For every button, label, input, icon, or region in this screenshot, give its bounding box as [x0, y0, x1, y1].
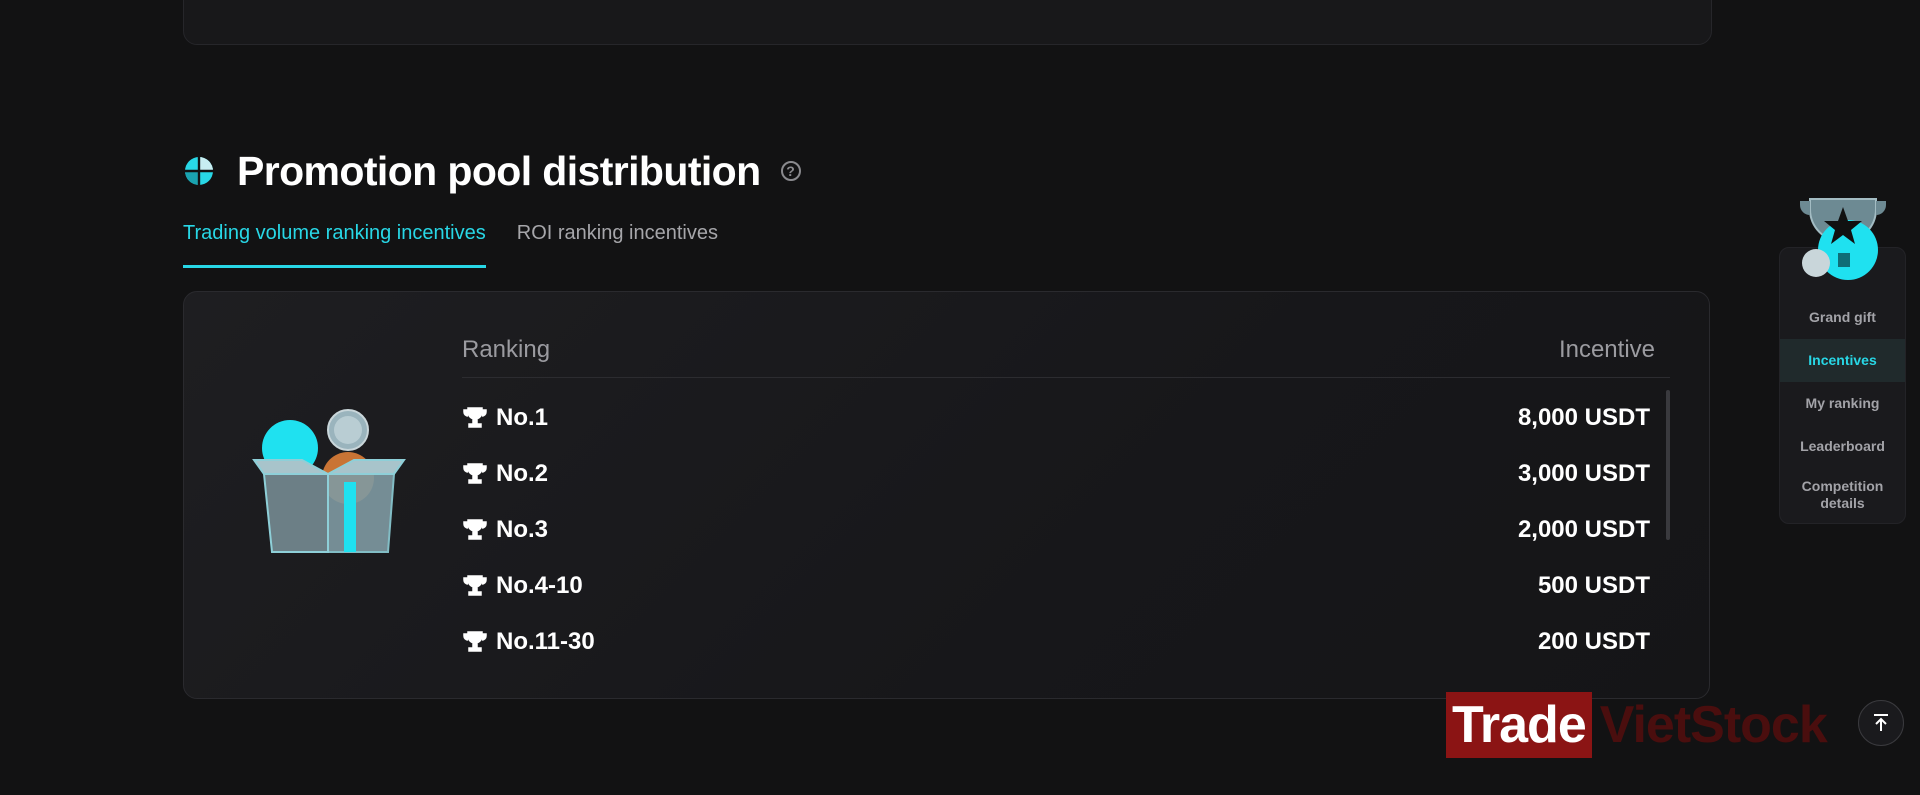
- side-nav-competition-details[interactable]: Competition details: [1780, 468, 1905, 522]
- table-row: No.4-10 500 USDT: [462, 558, 1670, 614]
- incentive-value: 2,000 USDT: [1517, 516, 1650, 543]
- trophy-icon: [463, 519, 487, 540]
- trophy-icon: [463, 575, 487, 596]
- incentive-value: 8,000 USDT: [1517, 404, 1650, 431]
- incentive-value: 200 USDT: [1537, 628, 1650, 655]
- watermark-logo: Trade VietStock: [1446, 692, 1828, 758]
- previous-section-card: [183, 0, 1712, 45]
- side-nav-grand-gift[interactable]: Grand gift: [1780, 296, 1905, 339]
- rank-label: No.2: [496, 460, 549, 487]
- side-nav-my-ranking[interactable]: My ranking: [1780, 382, 1905, 425]
- watermark-text-vietstock: VietStock: [1599, 696, 1828, 754]
- incentive-column-header: Incentive: [1558, 335, 1655, 363]
- trophy-icon: [463, 463, 487, 484]
- rank-label: No.11-30: [496, 628, 595, 655]
- rank-label: No.3: [496, 516, 549, 543]
- trophy-icon: [463, 407, 487, 428]
- table-row: No.11-30 200 USDT: [462, 614, 1670, 660]
- table-row: No.3 2,000 USDT: [462, 502, 1670, 558]
- trophy-cup-icon: [1800, 198, 1886, 280]
- table-scrollbar[interactable]: [1666, 390, 1670, 540]
- scroll-to-top-icon: [1874, 714, 1888, 731]
- table-header: Ranking Incentive: [462, 322, 1670, 378]
- ranking-column-header: Ranking: [462, 335, 551, 363]
- tab-trading-volume[interactable]: Trading volume ranking incentives: [183, 222, 486, 268]
- incentive-value: 500 USDT: [1537, 572, 1650, 599]
- incentive-card: Ranking Incentive No.1 8,000 USDT No.2 3…: [183, 291, 1710, 699]
- tab-roi[interactable]: ROI ranking incentives: [517, 222, 718, 268]
- section-title: Promotion pool distribution: [237, 147, 761, 194]
- incentive-value: 3,000 USDT: [1517, 460, 1650, 487]
- table-row: No.1 8,000 USDT: [462, 390, 1670, 446]
- table-row: No.2 3,000 USDT: [462, 446, 1670, 502]
- trophy-icon: [463, 631, 487, 652]
- help-circle-icon[interactable]: ?: [780, 161, 801, 181]
- rank-label: No.4-10: [496, 572, 583, 599]
- watermark-text-trade: Trade: [1446, 692, 1592, 758]
- pie-chart-icon: [185, 157, 213, 185]
- table-body[interactable]: No.1 8,000 USDT No.2 3,000 USDT No.3 2,0…: [462, 378, 1670, 660]
- section-header: Promotion pool distribution ?: [183, 145, 801, 197]
- rank-label: No.1: [496, 404, 549, 431]
- scroll-to-top-button[interactable]: [1858, 700, 1904, 746]
- gift-box-illustration: [252, 409, 406, 553]
- incentive-tabs: Trading volume ranking incentives ROI ra…: [183, 222, 749, 268]
- side-nav-leaderboard[interactable]: Leaderboard: [1780, 425, 1905, 468]
- ranking-table: Ranking Incentive No.1 8,000 USDT No.2 3…: [462, 322, 1670, 660]
- side-nav-incentives[interactable]: Incentives: [1780, 339, 1905, 382]
